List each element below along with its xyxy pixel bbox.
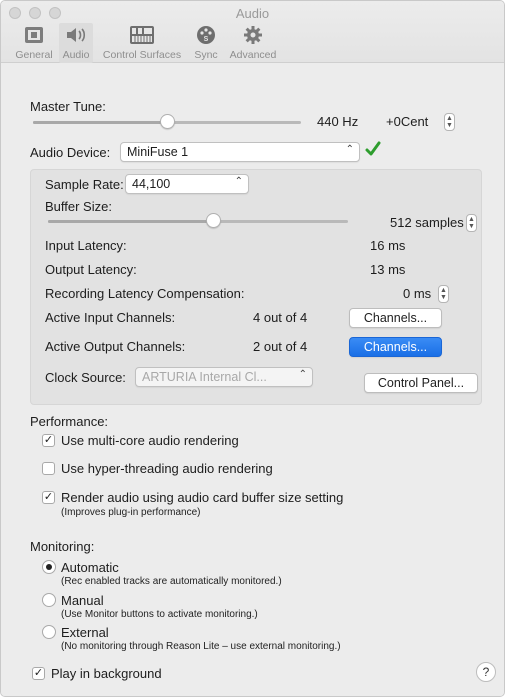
window-title: Audio <box>235 6 270 21</box>
buffer-size-stepper[interactable]: ▲ ▼ <box>466 214 477 232</box>
performance-heading: Performance: <box>30 414 109 429</box>
master-tune-slider-fill <box>33 121 167 124</box>
play-in-background-label: Play in background <box>51 666 162 681</box>
active-input-channels-label: Active Input Channels: <box>45 310 176 325</box>
monitoring-manual-note: (Use Monitor buttons to activate monitor… <box>61 609 258 620</box>
buffer-setting-note: (Improves plug-in performance) <box>61 507 201 518</box>
recording-latency-compensation-stepper[interactable]: ▲ ▼ <box>438 285 449 303</box>
tab-sync[interactable]: S Sync <box>191 23 221 63</box>
master-tune-label: Master Tune: <box>30 99 106 114</box>
monitoring-heading: Monitoring: <box>30 539 95 554</box>
clock-source-label: Clock Source: <box>45 370 126 385</box>
sample-rate-label: Sample Rate: <box>45 177 124 192</box>
buffer-size-label: Buffer Size: <box>45 199 112 214</box>
multicore-label: Use multi-core audio rendering <box>61 433 239 448</box>
output-latency-label: Output Latency: <box>45 262 137 277</box>
monitoring-external-label: External <box>61 625 109 640</box>
monitoring-manual-radio[interactable] <box>42 593 56 607</box>
title-bar: Audio General Audio Control Surfaces S S… <box>1 1 504 63</box>
tab-advanced[interactable]: Advanced <box>227 23 279 63</box>
tab-general[interactable]: General <box>15 23 53 63</box>
buffer-setting-checkbox[interactable]: ✓ <box>42 491 55 504</box>
checkmark-icon <box>365 141 381 160</box>
clock-source-value: ARTURIA Internal Cl... <box>142 370 267 384</box>
monitoring-automatic-label: Automatic <box>61 560 119 575</box>
monitoring-automatic-note: (Rec enabled tracks are automatically mo… <box>61 576 282 587</box>
clock-source-select[interactable]: ARTURIA Internal Cl... ⌃ <box>135 367 313 387</box>
buffer-size-slider-fill <box>48 220 213 223</box>
output-latency-value: 13 ms <box>370 262 406 277</box>
input-latency-label: Input Latency: <box>45 238 127 253</box>
active-output-channels-label: Active Output Channels: <box>45 339 186 354</box>
tab-audio[interactable]: Audio <box>59 23 93 63</box>
tab-control-surfaces[interactable]: Control Surfaces <box>97 23 187 63</box>
audio-device-select[interactable]: MiniFuse 1 ⌃ <box>120 142 360 162</box>
buffer-size-slider-knob[interactable] <box>206 213 221 228</box>
buffer-size-slider-track[interactable] <box>48 220 348 223</box>
recording-latency-compensation-label: Recording Latency Compensation: <box>45 286 245 301</box>
monitoring-automatic-radio[interactable] <box>42 560 56 574</box>
general-icon <box>15 23 53 47</box>
master-tune-slider-knob[interactable] <box>160 114 175 129</box>
master-tune-hz-value: 440 Hz <box>317 114 359 129</box>
audio-preferences-content: Master Tune: 440 Hz +0Cent ▲ ▼ Audio Devi… <box>1 63 504 696</box>
hyperthreading-label: Use hyper-threading audio rendering <box>61 461 273 476</box>
updown-chevron-icon: ⌃ <box>234 176 243 187</box>
help-button[interactable]: ? <box>476 662 496 682</box>
gear-icon <box>227 23 279 47</box>
monitoring-manual-label: Manual <box>61 593 104 608</box>
recording-latency-compensation-value: 0 ms <box>403 286 432 301</box>
active-input-channels-value: 4 out of 4 <box>253 310 308 325</box>
monitoring-external-radio[interactable] <box>42 625 56 639</box>
control-panel-button[interactable]: Control Panel... <box>364 373 478 393</box>
svg-text:S: S <box>204 36 209 43</box>
sample-rate-value: 44,100 <box>132 177 171 191</box>
input-latency-value: 16 ms <box>370 238 406 253</box>
output-channels-button[interactable]: Channels... <box>349 337 442 357</box>
multicore-checkbox[interactable]: ✓ <box>42 434 55 447</box>
buffer-size-value: 512 samples <box>390 215 464 230</box>
audio-device-value: MiniFuse 1 <box>127 145 189 159</box>
active-output-channels-value: 2 out of 4 <box>253 339 308 354</box>
updown-chevron-icon: ⌃ <box>345 144 354 155</box>
audio-device-label: Audio Device: <box>30 145 111 160</box>
audio-device-settings-panel: Sample Rate: 44,100 ⌃ Buffer Size: 512 s… <box>30 169 482 405</box>
keyboard-icon <box>97 23 187 47</box>
sync-icon: S <box>191 23 221 47</box>
updown-chevron-icon: ⌃ <box>298 369 307 380</box>
master-tune-cent-value: +0Cent <box>386 114 429 129</box>
master-tune-cent-stepper[interactable]: ▲ ▼ <box>444 113 455 131</box>
buffer-setting-label: Render audio using audio card buffer siz… <box>61 490 344 505</box>
play-in-background-checkbox[interactable]: ✓ <box>32 667 45 680</box>
input-channels-button[interactable]: Channels... <box>349 308 442 328</box>
monitoring-external-note: (No monitoring through Reason Lite – use… <box>61 641 341 652</box>
preferences-window: Audio General Audio Control Surfaces S S… <box>0 0 505 697</box>
sample-rate-select[interactable]: 44,100 ⌃ <box>125 174 249 194</box>
hyperthreading-checkbox[interactable] <box>42 462 55 475</box>
speaker-icon <box>59 23 93 47</box>
